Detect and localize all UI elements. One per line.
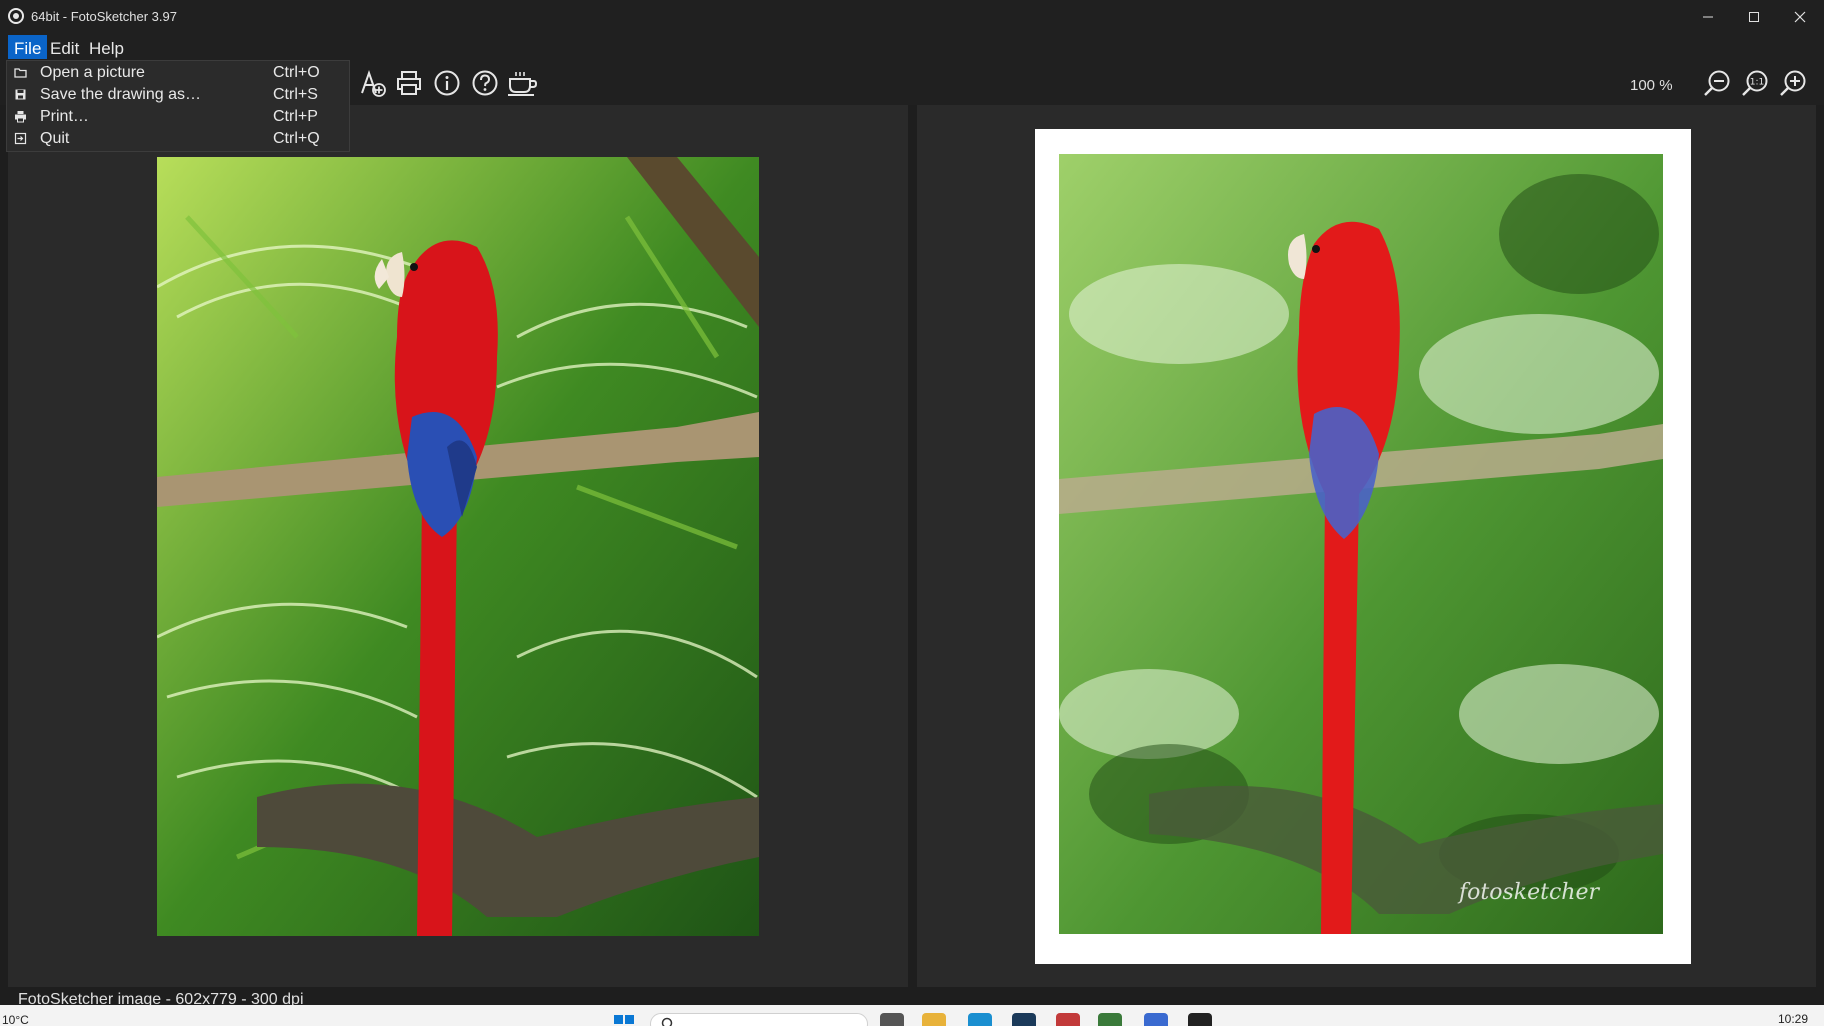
close-icon [1794, 11, 1806, 23]
panel-splitter[interactable] [908, 105, 917, 987]
menu-save-drawing[interactable]: Save the drawing as… Ctrl+S [7, 84, 349, 106]
menu-item-label: Print… [40, 108, 89, 125]
file-explorer-icon[interactable] [922, 1013, 946, 1026]
zoom-actual-icon: 1:1 [1742, 70, 1768, 96]
menu-quit[interactable]: Quit Ctrl+Q [7, 128, 349, 150]
menu-item-shortcut: Ctrl+P [273, 108, 318, 125]
windows-icon [614, 1015, 634, 1024]
menu-item-label: Open a picture [40, 64, 145, 81]
menu-item-shortcut: Ctrl+S [273, 86, 318, 103]
add-text-icon [361, 69, 386, 97]
minimize-icon [1703, 16, 1713, 18]
info-icon [434, 70, 460, 96]
menu-open-picture[interactable]: Open a picture Ctrl+O [7, 62, 349, 84]
coffee-icon [508, 72, 538, 96]
menu-item-shortcut: Ctrl+O [273, 64, 320, 81]
help-icon [472, 70, 498, 96]
exit-icon [14, 132, 27, 145]
image-info: FotoSketcher image - 602x779 - 300 dpi [18, 991, 304, 1005]
menu-bar: File Edit Help [0, 34, 1824, 60]
donate-button[interactable] [506, 66, 540, 100]
menu-file[interactable]: File [8, 35, 48, 59]
search-icon [661, 1017, 673, 1026]
print-button[interactable] [392, 66, 426, 100]
drawing-canvas[interactable]: fotosketcher [1035, 129, 1691, 964]
menu-item-shortcut: Ctrl+Q [273, 130, 320, 147]
zoom-out-button[interactable] [1700, 66, 1734, 100]
close-button[interactable] [1777, 0, 1823, 34]
svg-text:1:1: 1:1 [1750, 78, 1764, 88]
status-bar: FotoSketcher image - 602x779 - 300 dpi [0, 987, 1824, 1005]
app-taskbar-icon-3[interactable] [1098, 1013, 1122, 1026]
parrot-photo-image [157, 157, 759, 936]
chrome-icon[interactable] [1144, 1013, 1168, 1026]
maximize-button[interactable] [1731, 0, 1777, 34]
maximize-icon [1749, 12, 1759, 22]
zoom-actual-button[interactable]: 1:1 [1738, 66, 1772, 100]
disk-icon [15, 89, 26, 100]
sketch-result: fotosketcher [1059, 154, 1663, 934]
menu-item-label: Save the drawing as… [40, 86, 201, 103]
taskbar-clock[interactable]: 10:29 AM [1778, 1012, 1824, 1026]
parrot-sketch-image: fotosketcher [1059, 154, 1663, 934]
task-view-icon[interactable] [880, 1013, 904, 1026]
weather-temperature[interactable]: 10°C [2, 1013, 29, 1026]
taskbar-search[interactable] [650, 1013, 868, 1026]
svg-text:fotosketcher: fotosketcher [1457, 880, 1600, 905]
title-bar: 64bit - FotoSketcher 3.97 [0, 0, 1824, 34]
file-menu-dropdown: Open a picture Ctrl+O Save the drawing a… [6, 60, 350, 152]
help-button[interactable] [468, 66, 502, 100]
app-icon [8, 8, 24, 24]
menu-print[interactable]: Print… Ctrl+P [7, 106, 349, 128]
menu-help[interactable]: Help [83, 35, 130, 59]
app-taskbar-icon-2[interactable] [1056, 1013, 1080, 1026]
minimize-button[interactable] [1685, 0, 1731, 34]
app-taskbar-icon-1[interactable] [1012, 1013, 1036, 1026]
zoom-level: 100 % [1630, 77, 1673, 94]
zoom-out-icon [1704, 70, 1730, 96]
start-button[interactable] [612, 1013, 636, 1026]
printer-icon [15, 111, 26, 123]
edge-icon[interactable] [968, 1013, 992, 1026]
window-title: 64bit - FotoSketcher 3.97 [31, 9, 177, 24]
add-text-button[interactable] [356, 66, 390, 100]
zoom-in-icon [1780, 70, 1806, 96]
taskbar: 10°C 10:29 AM [0, 1005, 1824, 1026]
folder-icon [14, 68, 27, 78]
menu-item-label: Quit [40, 130, 70, 147]
print-icon [397, 71, 421, 95]
fotosketcher-taskbar-icon[interactable] [1188, 1013, 1212, 1026]
zoom-in-button[interactable] [1776, 66, 1810, 100]
info-button[interactable] [430, 66, 464, 100]
original-photo[interactable] [157, 157, 759, 936]
menu-edit[interactable]: Edit [44, 35, 85, 59]
